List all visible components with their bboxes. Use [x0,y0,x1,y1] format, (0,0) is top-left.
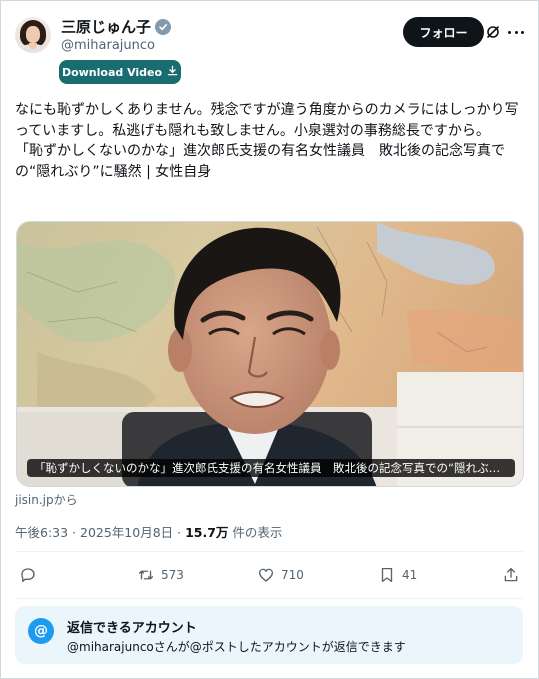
author-name-row[interactable]: 三原じゅん子 [61,16,172,37]
display-name[interactable]: 三原じゅん子 [61,16,151,37]
reply-notice-description: @miharajuncoさんが@ポストしたアカウントが返信できます [67,640,406,654]
retweet-count: 573 [161,568,184,582]
reply-restriction-notice: @ 返信できるアカウント @miharajuncoさんが@ポストしたアカウントが… [15,606,523,664]
like-icon [258,568,274,582]
at-icon: @ [28,618,54,644]
share-icon [504,567,518,582]
bookmark-button[interactable]: 41 [378,564,417,586]
post-meta: 午後6:33 · 2025年10月8日 · 15.7万 件の表示 [15,522,282,541]
media-card[interactable]: 「恥ずかしくないのかな」進次郎氏支援の有名女性議員 敗北後の記念写真での“隠れぶ… [16,221,524,487]
download-video-button[interactable]: Download Video [59,60,181,84]
download-video-label: Download Video [61,65,163,79]
post-timestamp[interactable]: 午後6:33 · 2025年10月8日 · [15,525,185,540]
verified-icon [155,18,172,35]
reply-icon [21,568,35,583]
divider [15,598,524,599]
grok-icon[interactable] [485,24,501,40]
reply-button[interactable] [19,564,37,586]
author-handle[interactable]: @miharajunco [61,38,155,53]
reply-notice-title: 返信できるアカウント [67,621,197,636]
media-caption: 「恥ずかしくないのかな」進次郎氏支援の有名女性議員 敗北後の記念写真での“隠れぶ… [27,459,515,477]
like-count: 710 [281,568,304,582]
like-button[interactable]: 710 [257,564,304,586]
views-count: 15.7万 [185,525,229,540]
post-text: なにも恥ずかしくありません。残念ですが違う角度からのカメラにはしっかり写っていま… [15,100,527,182]
share-button[interactable] [502,564,520,586]
source-link[interactable]: jisin.jpから [15,491,78,508]
follow-button[interactable]: フォロー [403,17,484,47]
download-icon [167,65,178,79]
more-icon[interactable] [508,24,524,40]
avatar[interactable] [15,17,51,53]
retweet-icon [138,570,154,580]
media-image [17,222,523,486]
post-link-title[interactable]: 「恥ずかしくないのかな」進次郎氏支援の有名女性議員 敗北後の記念写真での“隠れぶ… [15,141,527,182]
bookmark-count: 41 [402,568,418,582]
retweet-button[interactable]: 573 [137,564,184,586]
views-suffix: 件の表示 [228,525,283,540]
divider [15,551,524,552]
bookmark-icon [381,567,393,583]
action-bar: 573 710 41 [15,564,524,588]
post-card: 三原じゅん子 @miharajunco Download Video フォロー … [0,0,539,679]
post-header: 三原じゅん子 @miharajunco Download Video フォロー [15,13,524,85]
post-text-line: なにも恥ずかしくありません。残念ですが違う角度からのカメラにはしっかり写っていま… [15,102,519,139]
